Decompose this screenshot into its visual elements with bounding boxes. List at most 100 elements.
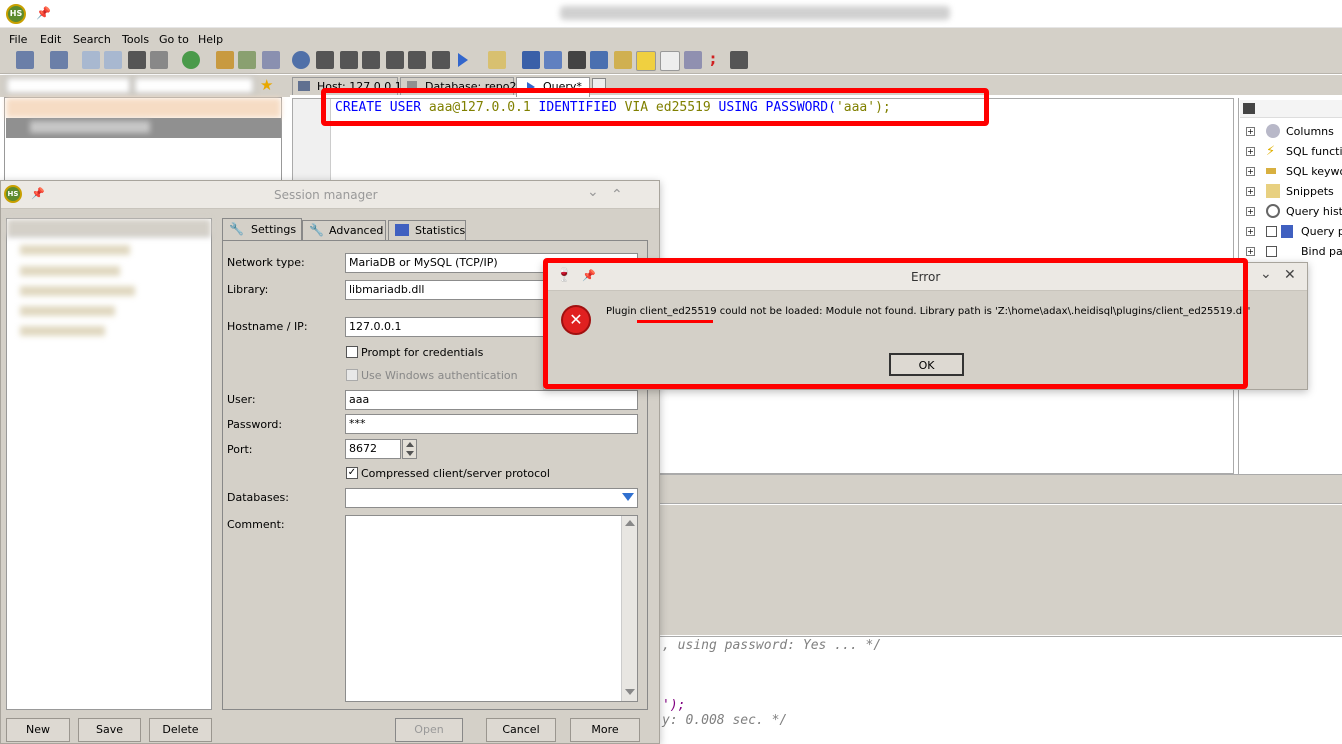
user-input[interactable]: aaa: [345, 390, 638, 410]
bind-params-checkbox[interactable]: [1266, 246, 1277, 257]
menu-file[interactable]: File: [9, 33, 27, 46]
find-icon[interactable]: [488, 51, 506, 69]
maximize-chevron-icon[interactable]: ⌃: [611, 187, 623, 203]
session-pin-icon[interactable]: 📌: [31, 187, 45, 200]
stop-icon[interactable]: [128, 51, 146, 69]
error-highlight-box: [543, 258, 1248, 389]
expand-icon[interactable]: +: [1246, 127, 1255, 136]
wrap-icon[interactable]: [684, 51, 702, 69]
expand-icon[interactable]: +: [1246, 247, 1255, 256]
menu-help[interactable]: Help: [198, 33, 223, 46]
session-tab-settings[interactable]: 🔧 Settings: [222, 218, 302, 240]
warning-icon[interactable]: [636, 51, 656, 71]
helper-tree-sql-functions[interactable]: + ⚡ SQL functio: [1246, 143, 1342, 161]
expand-icon[interactable]: +: [1246, 147, 1255, 156]
session-item[interactable]: [20, 306, 115, 316]
menu-tools[interactable]: Tools: [122, 33, 149, 46]
toolbar-button-3[interactable]: [362, 51, 380, 69]
close-icon[interactable]: ✕: [1284, 267, 1296, 283]
helper-tree-snippets[interactable]: + Snippets: [1246, 183, 1342, 201]
more-button[interactable]: More: [570, 718, 640, 742]
connect-icon[interactable]: [16, 51, 34, 69]
comment-scrollbar[interactable]: [621, 516, 637, 701]
disconnect-icon[interactable]: [50, 51, 68, 69]
binoculars-icon[interactable]: [568, 51, 586, 69]
query-profile-checkbox[interactable]: [1266, 226, 1277, 237]
save-session-button[interactable]: Save: [78, 718, 141, 742]
port-spinner[interactable]: [402, 439, 417, 459]
toolbar-button-1[interactable]: [316, 51, 334, 69]
scroll-up-icon[interactable]: [625, 520, 635, 526]
save-sql-icon[interactable]: [522, 51, 540, 69]
password-input[interactable]: ***: [345, 414, 638, 434]
comment-textarea[interactable]: [345, 515, 638, 702]
prompt-credentials-checkbox[interactable]: [346, 346, 358, 358]
session-tab-advanced[interactable]: 🔧 Advanced: [302, 220, 386, 240]
run-query-icon[interactable]: [458, 53, 468, 67]
session-item[interactable]: [20, 326, 105, 336]
semicolon-icon[interactable]: ;: [710, 50, 716, 68]
session-tab-statistics[interactable]: Statistics: [388, 220, 466, 240]
toolbar-button-6[interactable]: [432, 51, 450, 69]
expand-icon[interactable]: +: [1246, 227, 1255, 236]
format-icon[interactable]: [614, 51, 632, 69]
windows-auth-checkbox: [346, 369, 358, 381]
databases-select[interactable]: [345, 488, 638, 508]
minimize-chevron-icon[interactable]: ⌄: [587, 184, 599, 200]
toolbar-button-7[interactable]: [730, 51, 748, 69]
toolbar-button-4[interactable]: [386, 51, 404, 69]
export-icon[interactable]: [262, 51, 280, 69]
menu-goto[interactable]: Go to: [159, 33, 189, 46]
helper-tree-bind-params[interactable]: + Bind para: [1246, 243, 1342, 261]
print-icon[interactable]: [150, 51, 168, 69]
menu-edit[interactable]: Edit: [40, 33, 61, 46]
scroll-down-icon[interactable]: [625, 689, 635, 695]
expand-icon[interactable]: +: [1246, 187, 1255, 196]
folder-icon: [1266, 184, 1280, 198]
table-filter-input[interactable]: [134, 77, 254, 94]
helper-tree-columns[interactable]: + Columns: [1246, 123, 1342, 141]
new-session-button[interactable]: New: [6, 718, 70, 742]
label-compressed: Compressed client/server protocol: [361, 467, 550, 480]
session-item[interactable]: [20, 286, 135, 296]
expand-icon[interactable]: +: [1246, 207, 1255, 216]
helper-tree-query-profile[interactable]: + Query pr: [1246, 223, 1342, 241]
spin-up-icon[interactable]: [406, 442, 414, 447]
port-input[interactable]: 8672: [345, 439, 401, 459]
open-session-button[interactable]: Open: [395, 718, 463, 742]
helper-tree-sql-keywords[interactable]: + SQL keywor: [1246, 163, 1342, 181]
database-filter-input[interactable]: [6, 77, 131, 94]
dropdown-arrow-icon[interactable]: [622, 493, 634, 501]
spin-down-icon[interactable]: [406, 451, 414, 456]
help-icon[interactable]: [292, 51, 310, 69]
user-manager-icon[interactable]: [216, 51, 234, 69]
toolbar-button-2[interactable]: [340, 51, 358, 69]
delete-session-button[interactable]: Delete: [149, 718, 212, 742]
hex-icon[interactable]: [660, 51, 680, 71]
expand-icon[interactable]: +: [1246, 167, 1255, 176]
cancel-button[interactable]: Cancel: [486, 718, 556, 742]
helper-tree-label: Columns: [1286, 125, 1334, 138]
columns-icon: [1266, 124, 1280, 138]
result-tabs-area: [650, 474, 1342, 504]
error-minimize-icon[interactable]: ⌄: [1260, 266, 1272, 282]
session-item[interactable]: [20, 245, 130, 255]
menu-search[interactable]: Search: [73, 33, 111, 46]
session-item[interactable]: [20, 266, 120, 276]
import-icon[interactable]: [238, 51, 256, 69]
wrench-orange-icon: 🔧: [309, 223, 324, 237]
pin-icon[interactable]: 📌: [36, 6, 51, 20]
helper-tree-query-history[interactable]: + Query histo: [1246, 203, 1342, 221]
session-manager-title: Session manager: [274, 188, 378, 202]
refresh-icon[interactable]: [182, 51, 200, 69]
helper-tree-label: Query histo: [1286, 205, 1342, 218]
replace-icon[interactable]: [590, 51, 608, 69]
copy-icon[interactable]: [82, 51, 100, 69]
paste-icon[interactable]: [104, 51, 122, 69]
toolbar-button-5[interactable]: [408, 51, 426, 69]
clock-icon: [1266, 204, 1280, 218]
tree-item-host[interactable]: [6, 98, 281, 118]
compressed-protocol-checkbox[interactable]: ✓: [346, 467, 358, 479]
load-sql-icon[interactable]: [544, 51, 562, 69]
favorite-star-icon[interactable]: ★: [260, 76, 273, 94]
